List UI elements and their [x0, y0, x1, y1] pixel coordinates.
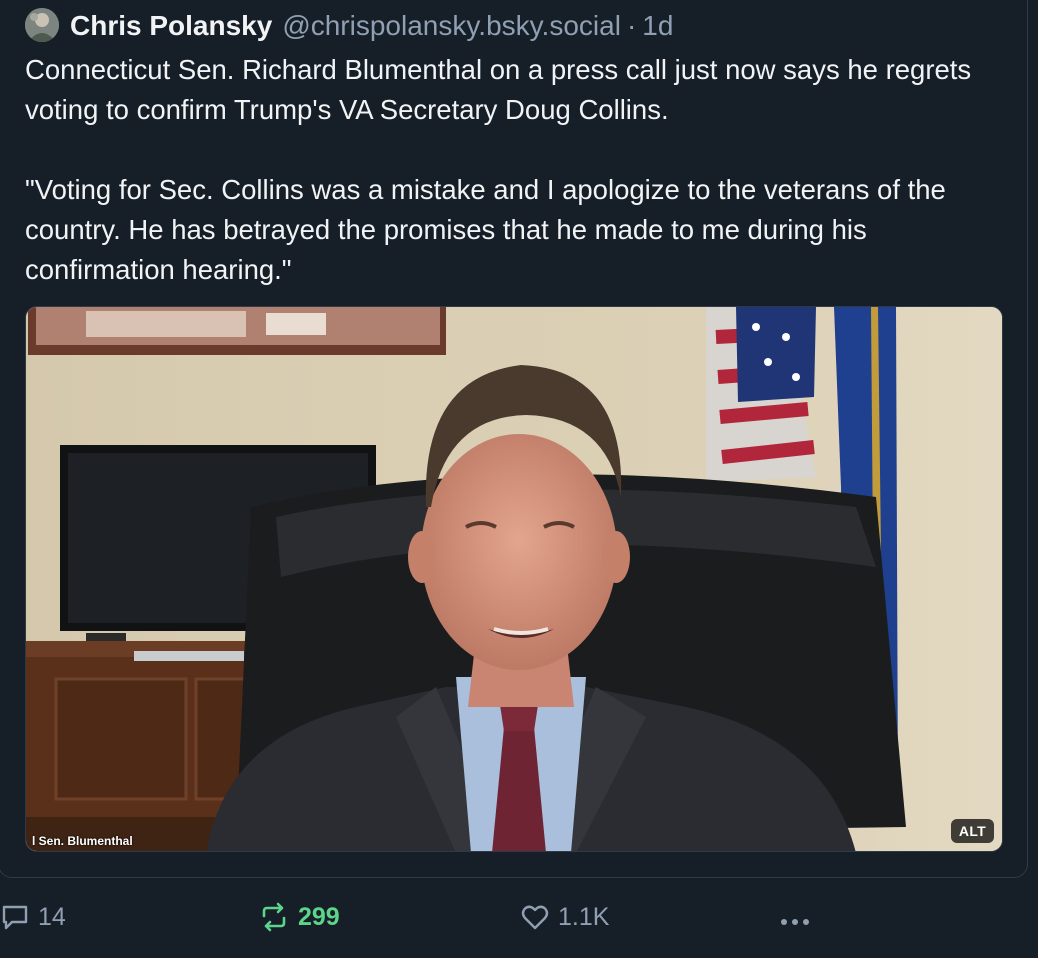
author-display-name[interactable]: Chris Polansky — [70, 10, 272, 42]
heart-icon — [521, 905, 549, 930]
author-avatar[interactable] — [25, 8, 59, 42]
alt-text-badge[interactable]: ALT — [950, 819, 994, 843]
more-options-button[interactable] — [778, 895, 826, 939]
author-handle[interactable]: @chrispolansky.bsky.social — [282, 10, 621, 42]
video-frame-image — [26, 307, 1002, 851]
post-paragraph-1: Connecticut Sen. Richard Blumenthal on a… — [25, 54, 972, 125]
more-icon — [781, 919, 809, 925]
video-caption: l Sen. Blumenthal — [32, 834, 133, 848]
repost-count: 299 — [298, 902, 340, 931]
comment-icon — [2, 905, 28, 930]
repost-button[interactable]: 299 — [258, 895, 340, 939]
reply-button[interactable]: 14 — [0, 895, 66, 939]
like-button[interactable]: 1.1K — [520, 895, 609, 939]
post-timestamp[interactable]: 1d — [642, 10, 673, 42]
repost-icon — [262, 902, 286, 932]
reply-count: 14 — [38, 902, 66, 931]
post-body: Connecticut Sen. Richard Blumenthal on a… — [25, 50, 1015, 290]
like-count: 1.1K — [558, 902, 610, 931]
post-card: Chris Polansky @chrispolansky.bsky.socia… — [0, 0, 1038, 958]
post-header: Chris Polansky @chrispolansky.bsky.socia… — [70, 8, 673, 44]
avatar-photo-icon — [25, 8, 59, 42]
post-video-thumbnail[interactable]: l Sen. Blumenthal ALT — [25, 306, 1003, 852]
post-paragraph-2: "Voting for Sec. Collins was a mistake a… — [25, 174, 946, 285]
header-separator: · — [626, 10, 637, 41]
post-actions: 14 299 1.1K — [0, 895, 1038, 939]
